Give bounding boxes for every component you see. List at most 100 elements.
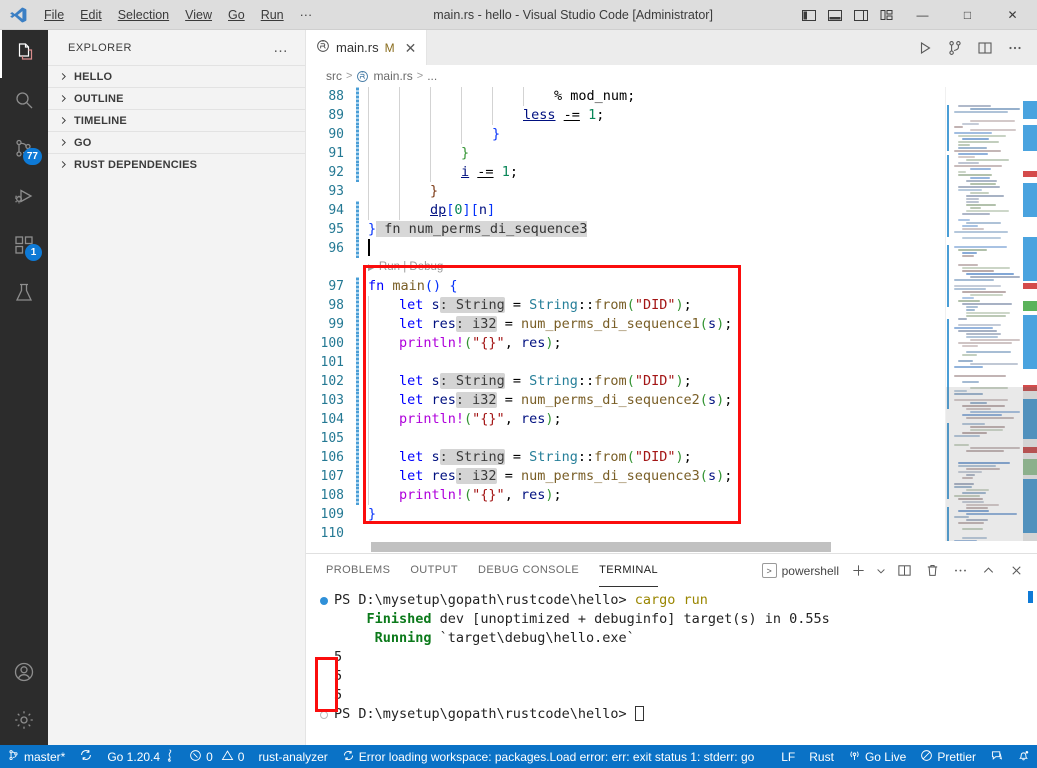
toggle-panel-icon[interactable] [822, 2, 848, 28]
status-eol[interactable]: LF [774, 745, 802, 768]
terminal-dropdown-icon[interactable] [873, 558, 889, 584]
maximize-button[interactable]: □ [945, 0, 990, 30]
code-line[interactable]: 96 [306, 239, 945, 258]
menu-selection[interactable]: Selection [110, 2, 177, 28]
sidebar-item-rust-dependencies[interactable]: RUST DEPENDENCIES [48, 153, 305, 175]
status-go-version[interactable]: Go 1.20.4 [100, 745, 182, 768]
close-panel-icon[interactable] [1003, 558, 1029, 584]
code-line[interactable]: 99 let res: i32 = num_perms_di_sequence1(… [306, 315, 945, 334]
activity-item-extensions[interactable]: 1 [0, 222, 48, 270]
toggle-secondary-sidebar-icon[interactable] [848, 2, 874, 28]
tab-close-icon[interactable]: ✕ [405, 41, 417, 55]
code-line[interactable]: 100 println!("{}", res); [306, 334, 945, 353]
status-language-mode[interactable]: Rust [802, 745, 841, 768]
sidebar-item-timeline[interactable]: TIMELINE [48, 109, 305, 131]
code-line[interactable]: 106 let s: String = String::from("DID"); [306, 448, 945, 467]
status-feedback[interactable] [983, 745, 1010, 768]
minimap-line [962, 213, 990, 215]
close-button[interactable]: ✕ [990, 0, 1035, 30]
breadcrumb-item-src[interactable]: src [326, 69, 342, 83]
activity-item-search[interactable] [0, 78, 48, 126]
panel-tab-terminal[interactable]: TERMINAL [599, 554, 658, 587]
code-scroll-area[interactable]: 88% mod_num; 89 less -= 1; 90} 91} 92 i -= 1; 9… [306, 87, 945, 541]
status-problems[interactable]: 0 0 [182, 745, 251, 768]
sidebar-item-hello[interactable]: HELLO [48, 65, 305, 87]
new-terminal-icon[interactable] [845, 558, 871, 584]
panel-tab-problems[interactable]: PROBLEMS [326, 554, 390, 587]
status-prettier[interactable]: Prettier [913, 745, 983, 768]
minimize-button[interactable]: — [900, 0, 945, 30]
status-go-workspace-error[interactable]: Error loading workspace: packages.Load e… [335, 745, 762, 768]
sidebar-more-icon[interactable]: … [265, 39, 297, 56]
menu-more[interactable]: ··· [292, 2, 321, 28]
activity-item-explorer[interactable] [0, 30, 48, 78]
menu-run[interactable]: Run [253, 2, 292, 28]
run-test-icon[interactable] [941, 34, 969, 62]
terminal-output[interactable]: PS D:\mysetup\gopath\rustcode\hello> car… [306, 587, 1037, 745]
overview-ruler[interactable] [1023, 87, 1037, 541]
code-line[interactable]: 93} [306, 182, 945, 201]
sidebar-item-go[interactable]: GO [48, 131, 305, 153]
activity-item-accounts[interactable] [0, 649, 48, 697]
activity-item-manage[interactable] [0, 697, 48, 745]
status-notifications[interactable] [1010, 745, 1037, 768]
minimap-line [962, 270, 995, 272]
run-file-icon[interactable] [911, 34, 939, 62]
menu-edit[interactable]: Edit [72, 2, 110, 28]
maximize-panel-icon[interactable] [975, 558, 1001, 584]
minimap-viewport-slider[interactable] [946, 387, 1023, 541]
code-line[interactable]: 105 [306, 429, 945, 448]
code-line[interactable]: 94 dp[0][n] [306, 201, 945, 220]
activity-item-source-control[interactable]: 77 [0, 126, 48, 174]
code-line[interactable]: 110 [306, 524, 945, 541]
editor-vertical-scrollbar[interactable] [1023, 387, 1037, 541]
code-line[interactable]: 98 let s: String = String::from("DID"); [306, 296, 945, 315]
breadcrumb-item-more[interactable]: ... [427, 69, 437, 83]
code-line[interactable]: 104 println!("{}", res); [306, 410, 945, 429]
menu-file[interactable]: File [36, 2, 72, 28]
code-line[interactable]: 101 [306, 353, 945, 372]
sidebar-item-outline[interactable]: OUTLINE [48, 87, 305, 109]
code-line[interactable]: 92 i -= 1; [306, 163, 945, 182]
code-line[interactable]: 97 fn main() { [306, 277, 945, 296]
bell-dot-icon [1017, 749, 1030, 765]
activity-item-testing[interactable] [0, 270, 48, 318]
kill-terminal-icon[interactable] [919, 558, 945, 584]
customize-layout-icon[interactable] [874, 2, 900, 28]
code-line[interactable]: 89 less -= 1; [306, 106, 945, 125]
panel-tab-output[interactable]: OUTPUT [410, 554, 458, 587]
menu-bar[interactable]: File Edit Selection View Go Run ··· [36, 0, 320, 30]
code-editor[interactable]: 88% mod_num; 89 less -= 1; 90} 91} 92 i -= 1; 9… [306, 87, 1037, 541]
editor-horizontal-scrollbar[interactable] [306, 541, 1037, 553]
more-actions-icon[interactable] [1001, 34, 1029, 62]
code-line[interactable]: 88 % mod_num; [306, 87, 945, 106]
toggle-primary-sidebar-icon[interactable] [796, 2, 822, 28]
split-terminal-icon[interactable] [891, 558, 917, 584]
panel-more-icon[interactable] [947, 558, 973, 584]
terminal-selector[interactable]: > powershell [758, 561, 843, 580]
editor-area: main.rs M ✕ src > main.rs > ... 88 % mod… [306, 30, 1037, 745]
minimap[interactable] [945, 87, 1023, 541]
activity-item-run-debug[interactable] [0, 174, 48, 222]
status-sync[interactable] [72, 745, 100, 768]
status-rust-analyzer[interactable]: rust-analyzer [251, 745, 334, 768]
codelens-label[interactable]: Run | Debug [379, 258, 443, 277]
codelens-run-debug[interactable]: ▶ Run | Debug [306, 258, 945, 277]
split-editor-icon[interactable] [971, 34, 999, 62]
panel-tab-debug-console[interactable]: DEBUG CONSOLE [478, 554, 579, 587]
menu-view[interactable]: View [177, 2, 220, 28]
code-line[interactable]: 107 let res: i32 = num_perms_di_sequence3… [306, 467, 945, 486]
code-line[interactable]: 103 let res: i32 = num_perms_di_sequence2… [306, 391, 945, 410]
code-line[interactable]: 91} [306, 144, 945, 163]
tab-main-rs[interactable]: main.rs M ✕ [306, 30, 428, 65]
code-line[interactable]: 95} fn num_perms_di_sequence3 [306, 220, 945, 239]
breadcrumb-item-main-rs[interactable]: main.rs [373, 69, 412, 83]
status-branch[interactable]: master* [0, 745, 72, 768]
code-line[interactable]: 109} [306, 505, 945, 524]
status-go-live[interactable]: Go Live [841, 745, 913, 768]
menu-go[interactable]: Go [220, 2, 253, 28]
code-line[interactable]: 108 println!("{}", res); [306, 486, 945, 505]
code-line[interactable]: 102 let s: String = String::from("DID"); [306, 372, 945, 391]
editor-hscroll-thumb[interactable] [371, 542, 831, 552]
code-line[interactable]: 90} [306, 125, 945, 144]
